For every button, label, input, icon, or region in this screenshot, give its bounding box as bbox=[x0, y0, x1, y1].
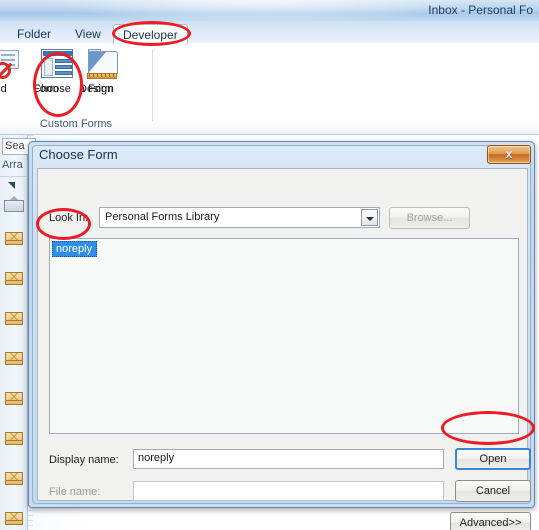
collapse-arrow-icon[interactable] bbox=[8, 182, 15, 189]
forms-listbox[interactable]: noreply bbox=[49, 238, 519, 434]
browse-button[interactable]: Browse... bbox=[389, 207, 470, 229]
choose-form-label-line2: Form bbox=[33, 83, 59, 95]
message-envelope-icon[interactable] bbox=[5, 392, 23, 405]
message-list-pane: Sea Arra bbox=[0, 135, 36, 530]
disabled-items-button[interactable]: bled ms bbox=[0, 49, 34, 95]
cancel-button[interactable]: Cancel bbox=[455, 480, 531, 502]
file-name-input[interactable] bbox=[133, 481, 444, 501]
display-name-input[interactable]: noreply bbox=[133, 449, 444, 469]
dialog-client-area: Look In: Personal Forms Library Browse..… bbox=[37, 168, 531, 530]
message-envelope-icon[interactable] bbox=[5, 352, 23, 365]
design-a-form-icon bbox=[85, 49, 121, 81]
message-envelope-icon[interactable] bbox=[5, 312, 23, 325]
tab-view[interactable]: View bbox=[66, 24, 110, 44]
message-envelope-icon[interactable] bbox=[5, 472, 23, 485]
window-title: Inbox - Personal Fo bbox=[428, 3, 533, 17]
close-icon[interactable]: x bbox=[487, 145, 531, 164]
choose-form-dialog: Choose Form x Look In: Personal Forms Li… bbox=[28, 141, 536, 530]
open-button[interactable]: Open bbox=[455, 448, 531, 470]
design-a-form-button[interactable]: Design a Form bbox=[79, 49, 127, 95]
message-envelope-icon[interactable] bbox=[5, 232, 23, 245]
disabled-items-icon bbox=[0, 49, 26, 81]
message-envelope-icon[interactable] bbox=[5, 512, 23, 525]
ribbon-group-separator bbox=[152, 49, 153, 121]
design-a-form-label-line2: a Form bbox=[79, 83, 114, 95]
disabled-items-label-line2: ms bbox=[0, 81, 1, 95]
disabled-items-label-line1: bled bbox=[0, 83, 7, 95]
chevron-down-icon[interactable] bbox=[361, 209, 378, 226]
ribbon-tab-strip: Folder View Developer bbox=[0, 21, 539, 44]
look-in-value: Personal Forms Library bbox=[105, 211, 220, 223]
tab-developer[interactable]: Developer bbox=[113, 24, 188, 44]
message-envelope-icon[interactable] bbox=[5, 432, 23, 445]
look-in-combobox[interactable]: Personal Forms Library bbox=[99, 207, 380, 228]
look-in-label: Look In: bbox=[49, 212, 89, 224]
screen-root: Inbox - Personal Fo Folder View Develope… bbox=[0, 0, 539, 530]
list-item-noreply[interactable]: noreply bbox=[52, 241, 98, 257]
message-envelope-icon[interactable] bbox=[5, 272, 23, 285]
dialog-title: Choose Form bbox=[39, 147, 118, 162]
choose-form-icon bbox=[39, 49, 75, 81]
outlook-title-bar: Inbox - Personal Fo bbox=[0, 0, 539, 21]
advanced-button[interactable]: Advanced>> bbox=[450, 512, 531, 530]
ribbon: bled ms Choose Form bbox=[0, 43, 539, 135]
choose-form-button[interactable]: Choose Form bbox=[33, 49, 81, 95]
tab-folder[interactable]: Folder bbox=[8, 24, 60, 44]
ribbon-group-custom-forms: bled ms Choose Form bbox=[0, 45, 152, 131]
open-envelope-icon bbox=[4, 196, 24, 212]
display-name-label: Display name: bbox=[49, 454, 119, 466]
ribbon-group-label: Custom Forms bbox=[39, 118, 113, 130]
file-name-label: File name: bbox=[49, 486, 101, 498]
dialog-title-bar[interactable]: Choose Form x bbox=[29, 142, 536, 168]
sidebar-divider bbox=[0, 176, 28, 177]
